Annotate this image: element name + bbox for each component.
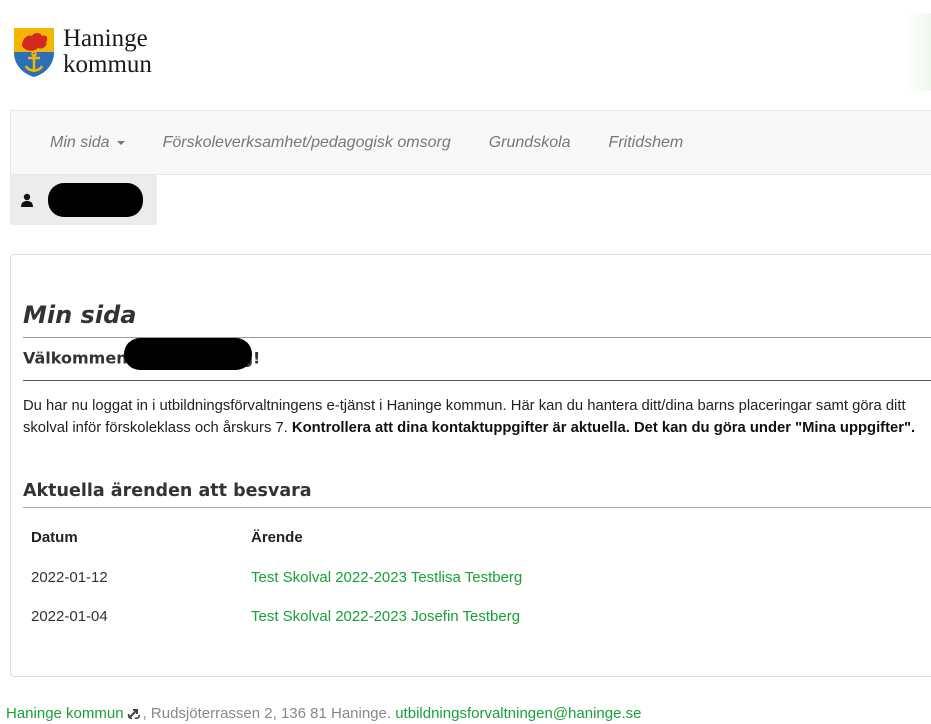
case-link[interactable]: Test Skolval 2022-2023 Testlisa Testberg — [251, 569, 522, 586]
nav-item-label: Min sida — [50, 133, 110, 151]
header-decoration — [905, 13, 931, 91]
logo-text: Haninge kommun — [63, 26, 152, 78]
external-link-icon[interactable] — [127, 706, 143, 720]
site-header: Haninge kommun — [0, 0, 931, 110]
logo-line1: Haninge — [63, 25, 148, 52]
welcome-name-redacted — [123, 338, 252, 370]
email-link[interactable]: utbildningsforvaltningen@haninge.se — [395, 705, 641, 722]
table-row: 2022-01-12 Test Skolval 2022-2023 Testli… — [31, 569, 522, 590]
page-title: Min sida — [23, 301, 137, 329]
nav-fritidshem[interactable]: Fritidshem — [609, 134, 684, 152]
nav-grundskola[interactable]: Grundskola — [489, 134, 571, 152]
nav-min-sida-dropdown[interactable]: Min sida — [50, 134, 125, 152]
intro-bold: Kontrollera att dina kontaktuppgifter är… — [291, 420, 916, 436]
case-link[interactable]: Test Skolval 2022-2023 Josefin Testberg — [251, 608, 520, 625]
user-name-redacted — [48, 183, 143, 217]
footer: Haninge kommun , Rudsjöterrassen 2, 136 … — [6, 705, 641, 722]
nav-item-label: Fritidshem — [608, 133, 684, 151]
logo-line2: kommun — [63, 51, 152, 78]
crest-icon — [14, 28, 54, 77]
haninge-kommun-link[interactable]: Haninge kommun — [6, 705, 124, 722]
welcome-prefix: Välkommen — [23, 348, 128, 368]
header-case: Ärende — [251, 529, 303, 546]
user-bar[interactable] — [10, 175, 157, 225]
nav-item-label: Förskoleverksamhet/pedagogisk omsorg — [162, 133, 451, 151]
divider — [23, 380, 931, 381]
row-date: 2022-01-12 — [31, 569, 108, 586]
footer-address: , Rudsjöterrassen 2, 136 81 Haninge. — [142, 705, 396, 722]
welcome-heading: Välkommeng! — [23, 338, 260, 372]
nav-item-label: Grundskola — [488, 133, 571, 151]
header-date: Datum — [31, 529, 78, 546]
row-date: 2022-01-04 — [31, 608, 108, 625]
main-navbar: Min sida Förskoleverksamhet/pedagogisk o… — [10, 110, 931, 175]
section-title: Aktuella ärenden att besvara — [23, 481, 312, 501]
caret-down-icon — [116, 140, 125, 145]
user-icon — [21, 193, 33, 207]
main-panel: Min sida Välkommeng! Du har nu loggat in… — [10, 254, 931, 677]
table-row: 2022-01-04 Test Skolval 2022-2023 Josefi… — [31, 608, 522, 629]
divider — [23, 507, 931, 508]
cases-table: Datum Ärende 2022-01-12 Test Skolval 202… — [31, 529, 522, 629]
nav-forskoleverksamhet[interactable]: Förskoleverksamhet/pedagogisk omsorg — [163, 134, 451, 152]
intro-text: Du har nu loggat in i utbildningsförvalt… — [23, 395, 918, 439]
haninge-logo[interactable]: Haninge kommun — [12, 26, 152, 78]
table-header: Datum Ärende — [31, 529, 522, 551]
